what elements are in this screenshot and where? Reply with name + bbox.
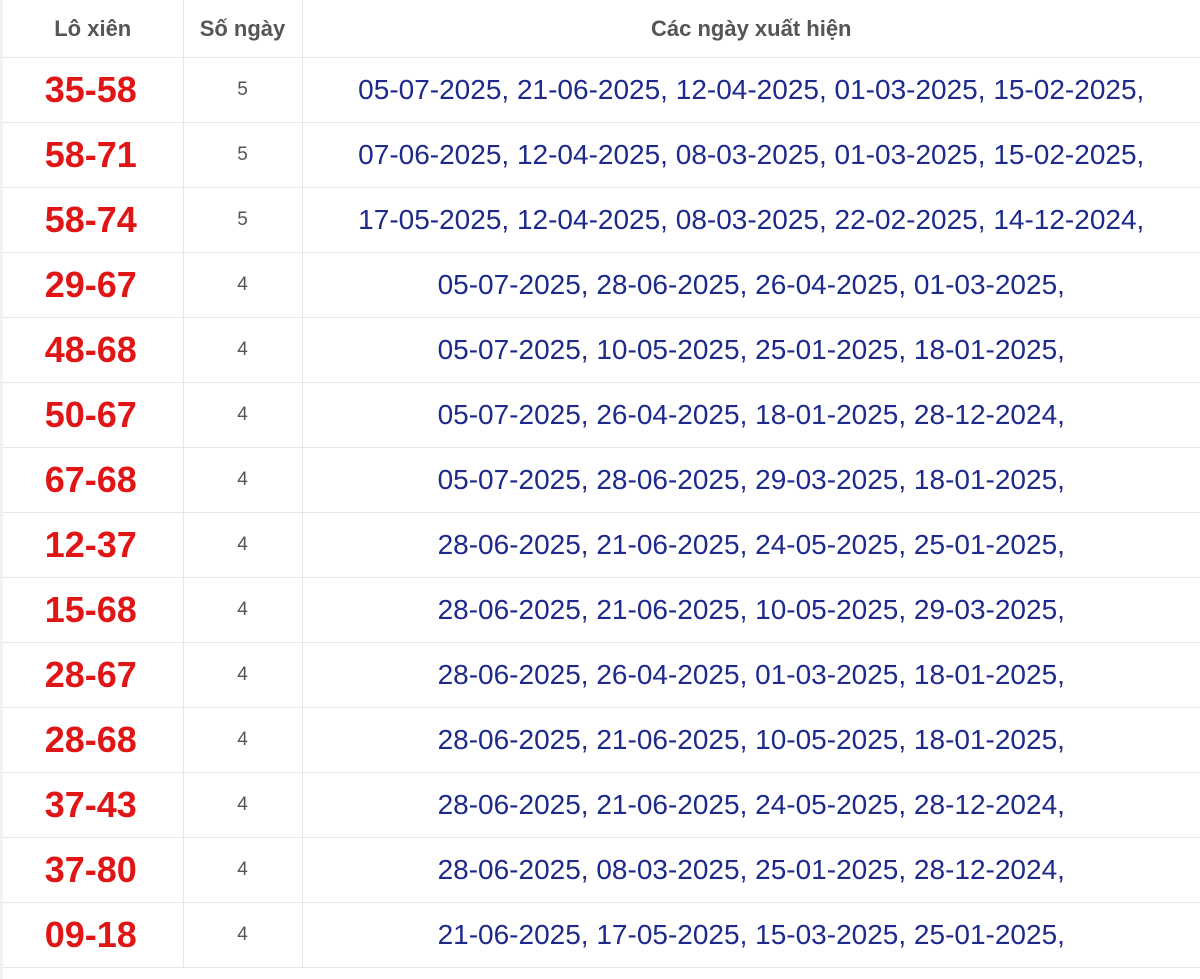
dates-cell: 21-06-2025, 17-05-2025, 15-03-2025, 25-0… (302, 902, 1200, 968)
count-cell: 5 (183, 122, 303, 188)
dates-cell: 07-06-2025, 12-04-2025, 08-03-2025, 01-0… (302, 122, 1200, 188)
count-cell: 4 (183, 707, 303, 773)
page: Lô xiên Số ngày Các ngày xuất hiện 35-58… (0, 0, 1200, 979)
pair-cell: 12-37 (3, 512, 184, 578)
count-cell: 4 (183, 642, 303, 708)
count-cell: 4 (183, 577, 303, 643)
pair-cell: 35-58 (3, 57, 184, 123)
pair-cell: 29-67 (3, 252, 184, 318)
dates-cell: 05-07-2025, 28-06-2025, 29-03-2025, 18-0… (302, 447, 1200, 513)
lo-xien-table: Lô xiên Số ngày Các ngày xuất hiện 35-58… (3, 0, 1200, 968)
count-cell: 4 (183, 252, 303, 318)
table-row: 67-68 4 05-07-2025, 28-06-2025, 29-03-20… (3, 447, 1200, 513)
count-cell: 4 (183, 447, 303, 513)
count-cell: 4 (183, 382, 303, 448)
count-cell: 4 (183, 902, 303, 968)
dates-cell: 28-06-2025, 21-06-2025, 24-05-2025, 28-1… (302, 772, 1200, 838)
header-dates: Các ngày xuất hiện (302, 0, 1200, 58)
table-row: 48-68 4 05-07-2025, 10-05-2025, 25-01-20… (3, 317, 1200, 383)
count-cell: 4 (183, 317, 303, 383)
count-cell: 5 (183, 57, 303, 123)
table-row: 15-68 4 28-06-2025, 21-06-2025, 10-05-20… (3, 577, 1200, 643)
dates-cell: 28-06-2025, 21-06-2025, 24-05-2025, 25-0… (302, 512, 1200, 578)
count-cell: 4 (183, 837, 303, 903)
pair-cell: 58-74 (3, 187, 184, 253)
pair-cell: 09-18 (3, 902, 184, 968)
pair-cell: 50-67 (3, 382, 184, 448)
dates-cell: 05-07-2025, 10-05-2025, 25-01-2025, 18-0… (302, 317, 1200, 383)
table-row: 58-71 5 07-06-2025, 12-04-2025, 08-03-20… (3, 122, 1200, 188)
pair-cell: 15-68 (3, 577, 184, 643)
count-cell: 4 (183, 512, 303, 578)
dates-cell: 05-07-2025, 26-04-2025, 18-01-2025, 28-1… (302, 382, 1200, 448)
pair-cell: 48-68 (3, 317, 184, 383)
dates-cell: 05-07-2025, 28-06-2025, 26-04-2025, 01-0… (302, 252, 1200, 318)
table-row: 35-58 5 05-07-2025, 21-06-2025, 12-04-20… (3, 57, 1200, 123)
dates-cell: 28-06-2025, 26-04-2025, 01-03-2025, 18-0… (302, 642, 1200, 708)
pair-cell: 28-67 (3, 642, 184, 708)
header-count: Số ngày (183, 0, 303, 58)
pair-cell: 28-68 (3, 707, 184, 773)
table-row: 37-80 4 28-06-2025, 08-03-2025, 25-01-20… (3, 837, 1200, 903)
pair-cell: 67-68 (3, 447, 184, 513)
dates-cell: 28-06-2025, 21-06-2025, 10-05-2025, 18-0… (302, 707, 1200, 773)
table-row: 58-74 5 17-05-2025, 12-04-2025, 08-03-20… (3, 187, 1200, 253)
dates-cell: 28-06-2025, 08-03-2025, 25-01-2025, 28-1… (302, 837, 1200, 903)
dates-cell: 28-06-2025, 21-06-2025, 10-05-2025, 29-0… (302, 577, 1200, 643)
table-row: 50-67 4 05-07-2025, 26-04-2025, 18-01-20… (3, 382, 1200, 448)
table-row: 12-37 4 28-06-2025, 21-06-2025, 24-05-20… (3, 512, 1200, 578)
dates-cell: 05-07-2025, 21-06-2025, 12-04-2025, 01-0… (302, 57, 1200, 123)
pair-cell: 37-43 (3, 772, 184, 838)
count-cell: 4 (183, 772, 303, 838)
header-row: Lô xiên Số ngày Các ngày xuất hiện (3, 0, 1200, 58)
count-cell: 5 (183, 187, 303, 253)
table-row: 28-67 4 28-06-2025, 26-04-2025, 01-03-20… (3, 642, 1200, 708)
table-row: 37-43 4 28-06-2025, 21-06-2025, 24-05-20… (3, 772, 1200, 838)
table-row: 28-68 4 28-06-2025, 21-06-2025, 10-05-20… (3, 707, 1200, 773)
dates-cell: 17-05-2025, 12-04-2025, 08-03-2025, 22-0… (302, 187, 1200, 253)
table-row: 09-18 4 21-06-2025, 17-05-2025, 15-03-20… (3, 902, 1200, 968)
pair-cell: 37-80 (3, 837, 184, 903)
header-pair: Lô xiên (3, 0, 184, 58)
pair-cell: 58-71 (3, 122, 184, 188)
table-row: 29-67 4 05-07-2025, 28-06-2025, 26-04-20… (3, 252, 1200, 318)
